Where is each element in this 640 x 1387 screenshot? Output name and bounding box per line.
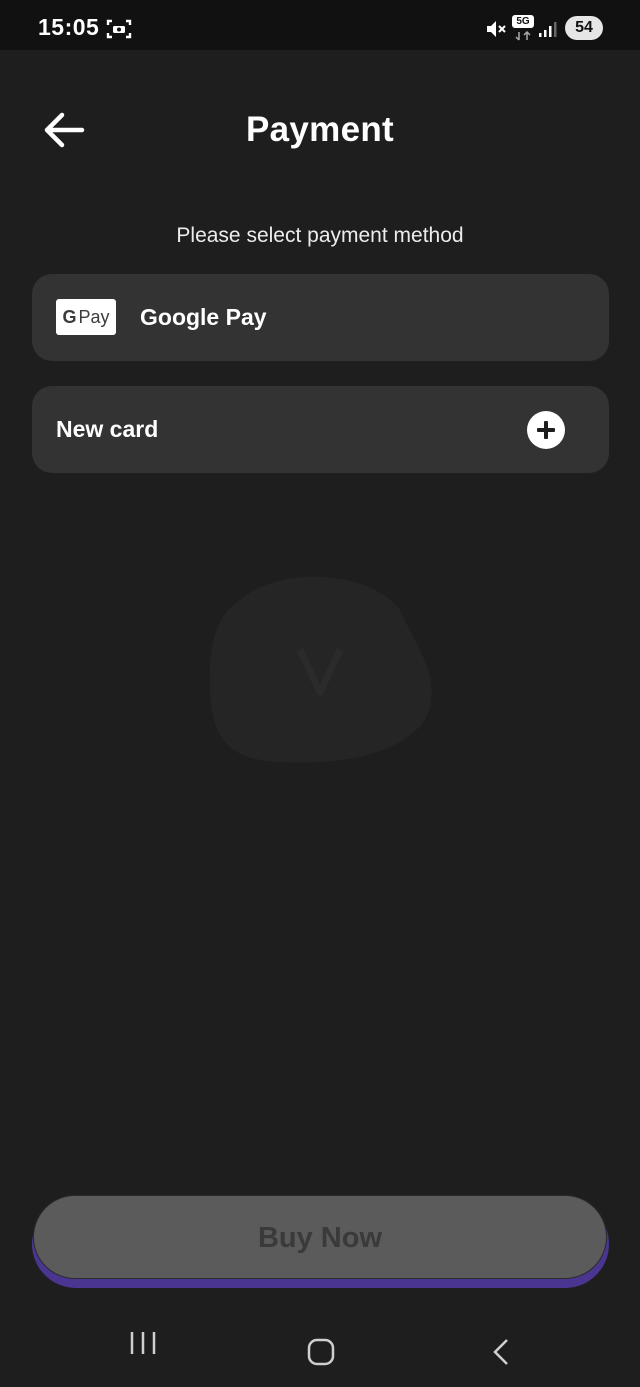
signal-icon — [539, 22, 557, 37]
status-time: 15:05 — [38, 14, 100, 40]
recents-icon[interactable] — [128, 1330, 158, 1356]
status-bar: 15:05 5G 54 — [0, 0, 640, 50]
home-icon[interactable] — [306, 1338, 336, 1366]
mute-icon — [487, 21, 506, 37]
new-card-option[interactable]: New card — [32, 386, 609, 473]
5g-icon: 5G — [512, 15, 534, 41]
buy-now-button[interactable]: Buy Now — [33, 1195, 607, 1279]
empty-state-illustration — [209, 576, 432, 763]
nav-back-icon[interactable] — [488, 1337, 514, 1367]
system-nav-bar — [0, 1300, 640, 1387]
battery-icon: 54 — [565, 16, 603, 40]
google-pay-logo: G Pay — [56, 299, 116, 335]
plus-icon[interactable] — [527, 411, 565, 449]
page-title: Payment — [246, 110, 394, 149]
screenshot-icon — [106, 19, 132, 39]
new-card-label: New card — [56, 416, 159, 442]
google-pay-option[interactable]: G Pay Google Pay — [32, 274, 609, 361]
payment-instruction: Please select payment method — [176, 224, 464, 247]
google-pay-label: Google Pay — [140, 304, 267, 330]
